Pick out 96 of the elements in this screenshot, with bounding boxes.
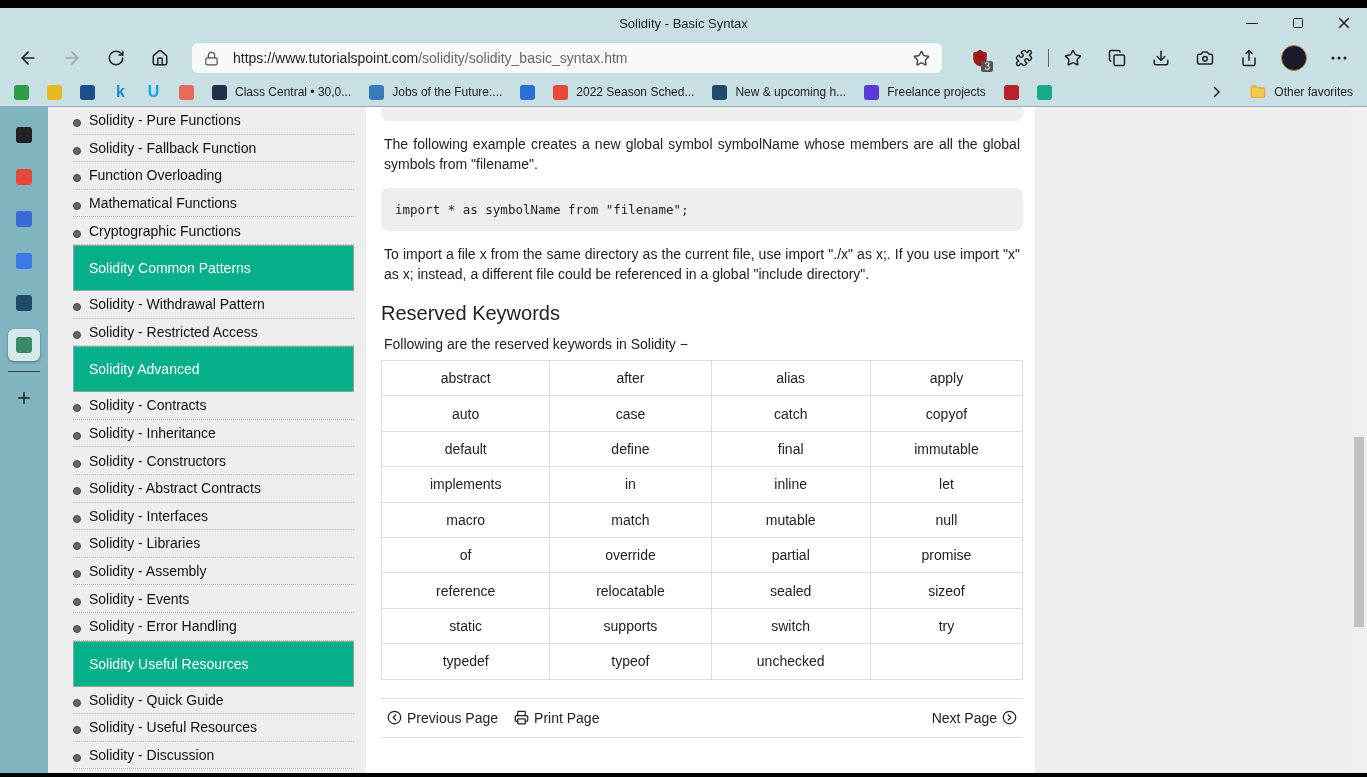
lock-icon xyxy=(204,50,219,66)
bookmark-button[interactable]: Freelance projects xyxy=(860,82,990,102)
nav-link[interactable]: Solidity - Abstract Contracts xyxy=(73,474,354,503)
bookmark-button[interactable]: 2022 Season Sched... xyxy=(549,82,699,102)
nav-link[interactable]: Solidity - Interfaces xyxy=(73,502,354,531)
bookmark-button[interactable]: New & upcoming h... xyxy=(708,82,851,102)
copy-icon xyxy=(1108,49,1126,67)
section-heading: Reserved Keywords xyxy=(381,302,561,325)
nav-link[interactable]: Solidity - Withdrawal Pattern xyxy=(73,290,354,319)
table-cell: promise xyxy=(870,537,1023,573)
nav-link[interactable]: Solidity - Inheritance xyxy=(73,419,354,448)
table-cell: typedef xyxy=(381,643,550,679)
refresh-icon xyxy=(107,49,125,67)
table-cell: let xyxy=(870,466,1023,503)
puzzle-icon xyxy=(1015,49,1033,67)
nav-section-heading: Solidity Common Patterns xyxy=(73,244,354,291)
table-cell: copyof xyxy=(870,395,1023,432)
table-cell: partial xyxy=(711,537,871,573)
nav-link[interactable]: Solidity - Quick Guide xyxy=(73,686,354,715)
download-icon xyxy=(1152,49,1170,67)
table-cell: macro xyxy=(381,502,550,538)
table-cell: null xyxy=(870,502,1023,538)
chevron-left-icon xyxy=(387,710,402,725)
more-icon xyxy=(1331,56,1347,60)
table-cell: default xyxy=(381,431,550,467)
table-cell: supports xyxy=(549,608,711,644)
bookmark-button[interactable]: Class Central • 30,0... xyxy=(208,82,356,102)
table-cell: match xyxy=(549,502,711,538)
table-cell: unchecked xyxy=(711,643,871,679)
table-cell: sizeof xyxy=(870,572,1023,609)
table-cell: in xyxy=(549,466,711,503)
table-cell: define xyxy=(549,431,711,467)
table-cell: immutable xyxy=(870,431,1023,467)
profile-avatar[interactable] xyxy=(1281,45,1307,71)
table-cell: relocatable xyxy=(549,572,711,609)
printer-icon xyxy=(514,710,530,725)
paragraph: The following example creates a new global symbol symbolName whose members are all the global symbols from "filename". xyxy=(384,135,1020,174)
shield-extension-button[interactable]: 3 xyxy=(960,42,1000,74)
nav-section-heading: Solidity Advanced xyxy=(73,346,354,393)
chevron-right-icon xyxy=(1002,710,1017,725)
nav-link[interactable]: Function Overloading xyxy=(73,162,354,190)
print-page-link[interactable]: Print Page xyxy=(514,709,600,726)
nav-link[interactable]: Solidity - Contracts xyxy=(73,392,354,420)
nav-link[interactable]: Solidity - Pure Functions xyxy=(73,107,354,135)
table-cell: case xyxy=(549,395,711,432)
restore-icon xyxy=(1292,17,1304,29)
table-cell: catch xyxy=(711,395,871,432)
minimize-icon xyxy=(1246,22,1258,24)
nav-link[interactable]: Cryptographic Functions xyxy=(73,217,354,245)
table-cell: switch xyxy=(711,608,871,644)
next-page-link[interactable]: Next Page xyxy=(931,709,1017,726)
star-icon xyxy=(1064,49,1082,67)
bookmark-button[interactable]: Jobs of the Future:... xyxy=(365,82,507,102)
url-text: https://www.tutorialspoint.com/solidity/solidity_basic_syntax.htm xyxy=(233,50,629,66)
table-cell: auto xyxy=(381,395,550,432)
camera-icon xyxy=(1196,49,1214,67)
table-cell: static xyxy=(381,608,550,644)
table-cell: try xyxy=(870,608,1023,644)
table-cell: apply xyxy=(870,360,1023,396)
paragraph: Following are the reserved keywords in Solidity − xyxy=(384,336,689,352)
nav-link[interactable]: Solidity - Libraries xyxy=(73,530,354,558)
code-block: import * as symbolName from "filename"; xyxy=(381,188,1023,231)
previous-page-link[interactable]: Previous Page xyxy=(387,709,499,726)
sidebar-app-button[interactable] xyxy=(8,329,40,361)
count-badge: 3 xyxy=(981,61,993,72)
table-cell: final xyxy=(711,431,871,467)
nav-link[interactable]: Solidity - Error Handling xyxy=(73,612,354,641)
nav-section-heading: Solidity Useful Resources xyxy=(73,640,354,687)
table-cell: reference xyxy=(381,572,550,609)
folder-icon xyxy=(1250,84,1267,100)
table-cell: override xyxy=(549,537,711,573)
paragraph: To import a file x from the same directory as the current file, use import "./x" as x;. If you use import "x" as x; instead, a different file could be referenced in a global "include directory". xyxy=(384,245,1020,284)
chevron-right-icon xyxy=(1212,86,1220,98)
other-favorites-button[interactable]: Other favorites xyxy=(1246,82,1357,102)
table-cell: inline xyxy=(711,466,871,503)
nav-link[interactable]: Solidity - Assembly xyxy=(73,557,354,586)
table-cell: alias xyxy=(711,360,871,396)
table-cell: typeof xyxy=(549,643,711,679)
nav-link[interactable]: Mathematical Functions xyxy=(73,189,354,218)
table-cell: implements xyxy=(381,466,550,503)
share-icon xyxy=(1240,49,1258,67)
nav-link[interactable]: Solidity - Useful Resources xyxy=(73,714,354,742)
nav-link[interactable]: Solidity - Discussion xyxy=(73,741,354,770)
nav-link[interactable]: Solidity - Constructors xyxy=(73,447,354,475)
address-bar[interactable]: https://www.tutorialspoint.com/solidity/solidity_basic_syntax.htm xyxy=(192,43,942,73)
table-cell: after xyxy=(549,360,711,396)
table-cell: of xyxy=(381,537,550,573)
table-cell: sealed xyxy=(711,572,871,609)
nav-link[interactable]: Solidity - Fallback Function xyxy=(73,134,354,163)
star-icon[interactable] xyxy=(913,49,930,67)
table-cell: abstract xyxy=(381,360,550,396)
nav-link[interactable]: Solidity - Events xyxy=(73,585,354,613)
table-cell: mutable xyxy=(711,502,871,538)
home-icon xyxy=(151,49,169,67)
plus-icon xyxy=(15,389,33,407)
window-title: Solidity - Basic Syntax xyxy=(619,15,748,31)
